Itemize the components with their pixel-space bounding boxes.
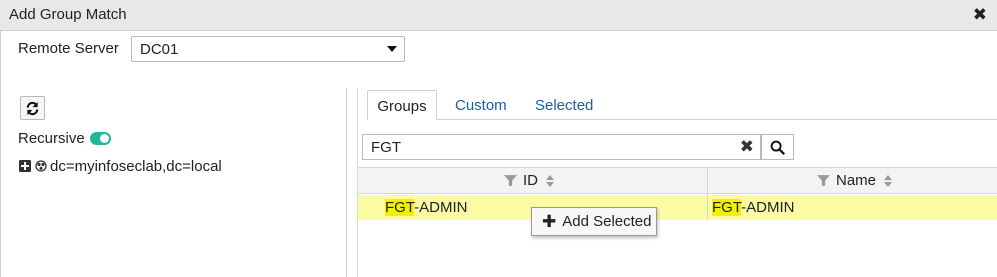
column-header-name[interactable]: Name — [817, 172, 893, 189]
recursive-label: Recursive — [18, 130, 85, 147]
tab-selected[interactable]: Selected — [535, 90, 593, 120]
dialog-titlebar: Add Group Match ✖ — [0, 0, 997, 31]
tab-groups[interactable]: Groups — [367, 90, 437, 120]
table-header: ID Name — [358, 167, 997, 194]
tree-item[interactable]: dc=myinfoseclab,dc=local — [19, 157, 222, 175]
clear-icon[interactable]: ✖ — [740, 137, 754, 157]
tab-custom[interactable]: Custom — [455, 90, 507, 120]
remote-server-label: Remote Server — [18, 40, 119, 57]
dialog-title: Add Group Match — [9, 6, 127, 23]
search-match-highlight: FGT — [712, 199, 742, 216]
remote-server-value: DC01 — [140, 41, 179, 58]
search-input[interactable]: FGT ✖ — [362, 134, 761, 160]
add-selected-button[interactable]: ✚ Add Selected — [531, 207, 657, 236]
expand-icon[interactable] — [19, 160, 31, 172]
cell-name: FGT-ADMIN — [712, 199, 795, 216]
search-match-highlight: FGT — [385, 199, 415, 216]
add-selected-label: Add Selected — [562, 213, 652, 230]
dialog-border — [0, 31, 1, 277]
tree-item-label: dc=myinfoseclab,dc=local — [50, 157, 222, 175]
sort-icon[interactable] — [883, 174, 893, 188]
search-icon — [770, 140, 785, 155]
search-value: FGT — [371, 139, 401, 156]
plus-icon: ✚ — [542, 211, 557, 231]
column-separator[interactable] — [707, 167, 708, 220]
tabs-baseline — [437, 119, 997, 120]
column-header-id-label: ID — [523, 172, 538, 189]
remote-server-select[interactable]: DC01 — [131, 36, 405, 62]
panel-divider[interactable] — [346, 88, 347, 277]
refresh-icon — [26, 101, 39, 115]
close-icon[interactable]: ✖ — [973, 4, 987, 26]
chevron-down-icon — [387, 46, 397, 52]
cell-id-rest: -ADMIN — [414, 199, 468, 216]
sort-icon[interactable] — [545, 174, 555, 188]
filter-icon[interactable] — [817, 174, 830, 187]
column-header-id[interactable]: ID — [504, 172, 555, 189]
search-button[interactable] — [761, 134, 794, 160]
domain-icon — [35, 160, 47, 172]
cell-id: FGT-ADMIN — [385, 199, 468, 216]
refresh-button[interactable] — [20, 96, 45, 120]
column-header-name-label: Name — [836, 172, 877, 189]
recursive-toggle[interactable] — [90, 132, 111, 145]
toggle-knob — [100, 134, 109, 143]
filter-icon[interactable] — [504, 174, 517, 187]
cell-name-rest: -ADMIN — [741, 199, 795, 216]
table-row[interactable]: FGT-ADMIN FGT-ADMIN — [358, 195, 997, 220]
